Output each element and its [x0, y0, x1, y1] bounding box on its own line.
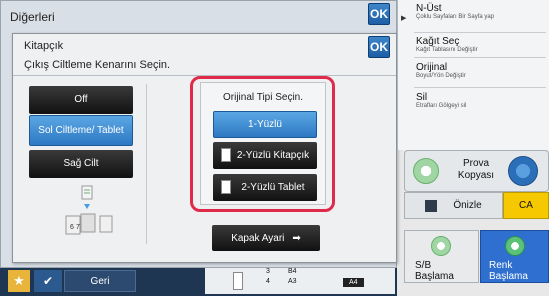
- color-start-icon: [505, 236, 525, 256]
- dialog-title: Kitapçık: [24, 40, 64, 52]
- background-window-title: Diğerleri: [10, 10, 55, 24]
- back-button[interactable]: Geri: [64, 270, 136, 292]
- bw-start-line2: Başlama: [415, 271, 454, 282]
- erase-item[interactable]: Sil Etrafları Gölgeyi sil: [416, 92, 546, 109]
- cover-settings-button[interactable]: Kapak Ayari ➡: [212, 225, 320, 251]
- original-type-2-sided-tablet-label: 2-Yüzlü Tablet: [241, 182, 305, 193]
- booklet-illustration-icon: 6 7: [65, 185, 113, 235]
- binding-left-button[interactable]: Sol Ciltleme/ Tablet: [29, 115, 133, 146]
- dialog-prompt: Çıkış Ciltleme Kenarını Seçin.: [24, 59, 171, 71]
- tablet-page-icon: [221, 180, 231, 194]
- proof-copy-label: Prova Kopyası: [457, 158, 495, 181]
- original-subtitle: Boyut/Yön Değiştir: [416, 73, 466, 79]
- right-panel-divider: [414, 32, 546, 33]
- panel-divider: [146, 84, 147, 244]
- proof-start-icon: [413, 158, 439, 184]
- dialog-ok-button[interactable]: OK: [368, 36, 390, 58]
- color-start-line2: Başlama: [489, 271, 528, 282]
- original-type-2-sided-tablet-button[interactable]: 2-Yüzlü Tablet: [213, 174, 317, 201]
- preview-label: Önizle: [453, 200, 482, 211]
- bw-start-button[interactable]: S/B Başlama: [404, 230, 479, 283]
- favorite-star-icon[interactable]: ★: [8, 270, 30, 292]
- proof-color-start-icon[interactable]: [508, 156, 538, 186]
- arrow-right-icon: ➡: [292, 232, 301, 244]
- paper-select-item[interactable]: Kağıt Seç Kağıt Tablasını Değiştir: [416, 36, 546, 53]
- color-start-button[interactable]: Renk Başlama: [480, 230, 549, 283]
- paper-select-title: Kağıt Seç: [416, 36, 460, 47]
- original-title: Orijinal: [416, 62, 448, 73]
- tray-4-number: 4: [266, 278, 270, 285]
- cover-settings-label: Kapak Ayari: [231, 232, 285, 244]
- tray-4-size: A3: [288, 278, 297, 285]
- background-ok-button[interactable]: OK: [368, 3, 390, 25]
- clear-all-button[interactable]: CA: [503, 192, 549, 219]
- erase-subtitle: Etrafları Gölgeyi sil: [416, 103, 467, 109]
- paper-select-subtitle: Kağıt Tablasını Değiştir: [416, 47, 478, 53]
- original-type-title: Orijinal Tipi Seçin.: [222, 92, 304, 103]
- svg-text:7: 7: [76, 224, 80, 231]
- original-type-1-sided-label: 1-Yüzlü: [248, 119, 282, 130]
- n-up-subtitle: Çoklu Sayfaları Bir Sayfa yap: [416, 14, 495, 20]
- original-type-2-sided-booklet-button[interactable]: 2-Yüzlü Kitapçık: [213, 142, 317, 169]
- original-type-1-sided-button[interactable]: 1-Yüzlü: [213, 111, 317, 138]
- original-item[interactable]: Orijinal Boyut/Yön Değiştir: [416, 62, 546, 79]
- n-up-item[interactable]: N-Üst Çoklu Sayfaları Bir Sayfa yap: [416, 3, 546, 20]
- bypass-tray-size: A4: [343, 278, 364, 287]
- preview-icon: [425, 199, 438, 212]
- tray-3-size: B4: [288, 268, 297, 275]
- preview-button[interactable]: Önizle: [404, 192, 503, 219]
- checkmark-icon[interactable]: ✔: [34, 270, 62, 292]
- n-up-title: N-Üst: [416, 3, 442, 14]
- play-marker-icon: ▶: [401, 15, 407, 22]
- right-panel-divider: [414, 57, 546, 58]
- color-start-line1: Renk: [489, 260, 513, 271]
- original-type-2-sided-booklet-label: 2-Yüzlü Kitapçık: [236, 150, 310, 161]
- binding-right-button[interactable]: Sağ Cilt: [29, 150, 133, 178]
- bw-start-icon: [431, 236, 451, 256]
- erase-title: Sil: [416, 92, 428, 103]
- right-panel-divider: [414, 87, 546, 88]
- booklet-page-icon: [221, 148, 231, 162]
- tray-3-number: 3: [266, 268, 270, 275]
- svg-text:6: 6: [70, 224, 74, 231]
- binding-off-button[interactable]: Off: [29, 86, 133, 114]
- bw-start-line1: S/B: [415, 260, 432, 271]
- tray-graphic-icon: [233, 272, 243, 290]
- paper-tray-status: 3 B4 4 A3 A4: [205, 268, 395, 294]
